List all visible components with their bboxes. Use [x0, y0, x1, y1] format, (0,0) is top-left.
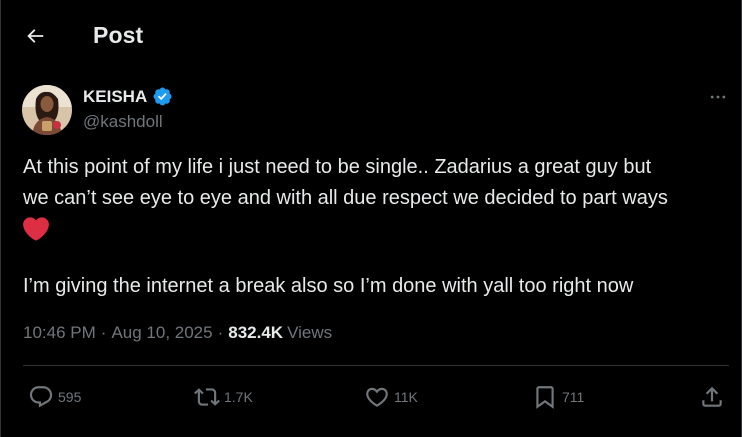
- like-count: 11K: [394, 389, 418, 405]
- more-horizontal-icon: [710, 95, 726, 99]
- author-handle[interactable]: @kashdoll: [83, 112, 163, 132]
- repost-count: 1.7K: [224, 389, 253, 405]
- divider: [23, 365, 729, 366]
- views-label: Views: [287, 323, 333, 342]
- tweet-line: we can’t see eye to eye and with all due…: [23, 187, 668, 209]
- heart-icon: [366, 387, 388, 407]
- bookmark-icon: [536, 386, 554, 409]
- meta-separator: ·: [217, 323, 224, 342]
- share-button[interactable]: [699, 384, 725, 410]
- views-count: 832.4K: [228, 323, 284, 342]
- post-meta: 10:46 PM · Aug 10, 2025 · 832.4K Views: [23, 323, 332, 343]
- reply-count: 595: [58, 389, 82, 405]
- repost-icon: [194, 388, 220, 406]
- profile-photo: [22, 85, 72, 135]
- post-page: Post KEISHA @kashdoll At this point of m…: [0, 0, 742, 437]
- post-header: Post: [1, 0, 741, 73]
- action-bar: 595 1.7K 11K 711: [1, 384, 741, 418]
- like-button[interactable]: 11K: [364, 384, 418, 410]
- tweet-text: At this point of my life i just need to …: [23, 152, 728, 252]
- page-title: Post: [93, 22, 144, 48]
- red-heart-emoji: [23, 216, 49, 242]
- reply-icon: [29, 386, 53, 408]
- tweet-line: At this point of my life i just need to …: [23, 156, 652, 178]
- author-name-row[interactable]: KEISHA: [83, 86, 173, 107]
- share-icon: [702, 386, 722, 407]
- verified-badge-icon[interactable]: [152, 86, 173, 107]
- bookmark-count: 711: [562, 389, 585, 405]
- post-time[interactable]: 10:46 PM: [23, 323, 96, 343]
- meta-separator: ·: [100, 323, 107, 342]
- reply-button[interactable]: 595: [28, 384, 81, 410]
- tweet-line: I’m giving the internet a break also so …: [23, 275, 634, 297]
- more-options-button[interactable]: [705, 84, 731, 110]
- repost-button[interactable]: 1.7K: [194, 384, 253, 410]
- author-name[interactable]: KEISHA: [83, 87, 147, 107]
- bookmark-button[interactable]: 711: [532, 384, 584, 410]
- post-date[interactable]: Aug 10, 2025: [111, 323, 212, 343]
- arrow-left-icon: [27, 29, 44, 43]
- avatar[interactable]: [22, 85, 72, 135]
- back-button[interactable]: [21, 22, 49, 50]
